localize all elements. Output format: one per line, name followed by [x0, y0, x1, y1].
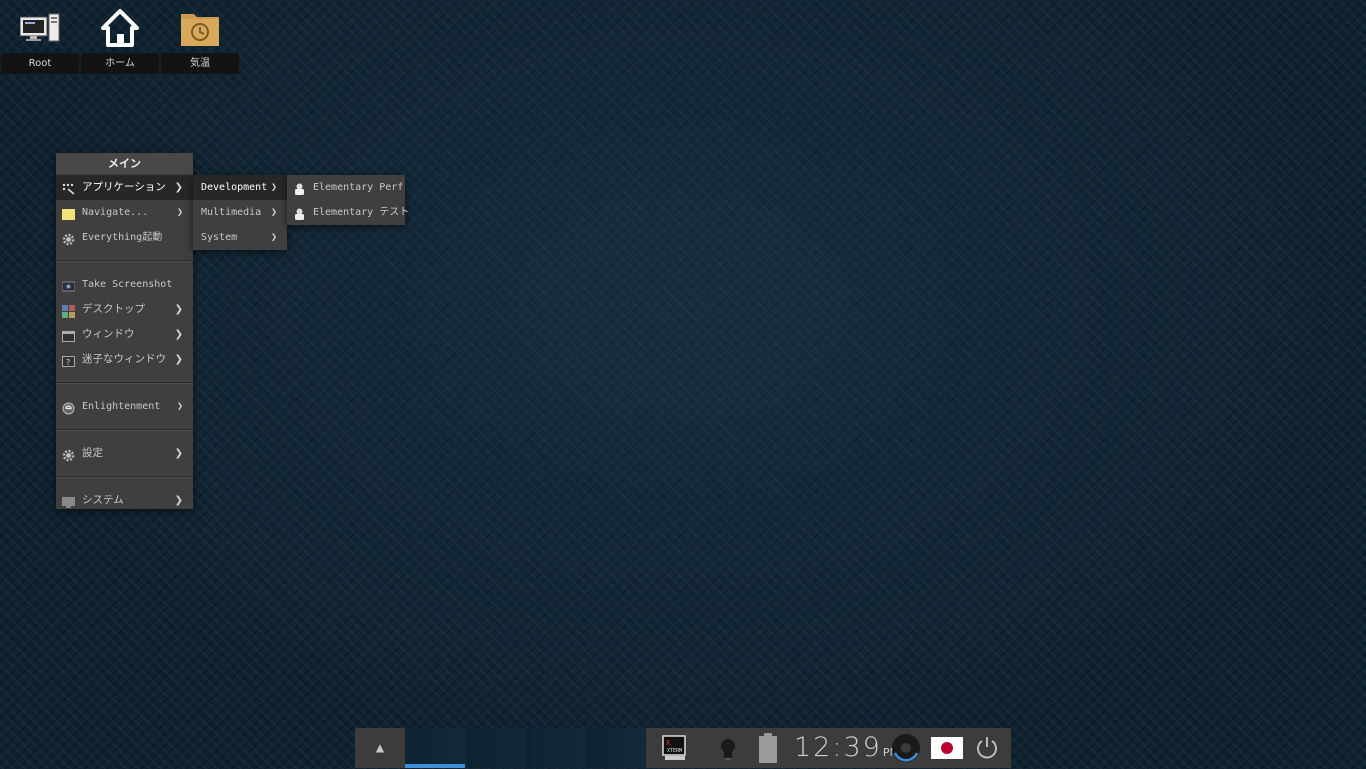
- xterm-label: XTERM: [667, 748, 682, 754]
- desktop-icon-label: Root: [1, 53, 79, 74]
- keyboard-layout-flag-icon[interactable]: [931, 737, 963, 759]
- chevron-right-icon: ❯: [270, 207, 277, 218]
- volume-mixer-icon[interactable]: [891, 733, 921, 763]
- clock-time: 12:39: [794, 732, 882, 763]
- menu-separator: [56, 382, 193, 384]
- menu-item-elementary-test[interactable]: Elementary テスト: [287, 200, 409, 225]
- svg-text:?: ?: [66, 358, 70, 367]
- chevron-right-icon: ❯: [174, 495, 183, 506]
- chevron-right-icon: ❯: [174, 354, 183, 365]
- menu-item-system-apps[interactable]: System ❯: [193, 225, 287, 250]
- chevron-right-icon: ❯: [174, 329, 183, 340]
- applications-submenu: Development ❯ Multimedia ❯ System ❯: [193, 175, 287, 250]
- battery-icon[interactable]: [758, 733, 778, 763]
- desktop-icon-label: ホーム: [81, 53, 159, 74]
- start-menu-button[interactable]: ▲: [355, 728, 405, 768]
- window-icon: [62, 328, 75, 342]
- menu-item-navigate[interactable]: Navigate... ❯: [56, 200, 193, 225]
- screenshot-icon: [61, 278, 76, 292]
- menu-item-label: ウィンドウ: [82, 328, 135, 340]
- virtual-desktop-pager[interactable]: [405, 728, 645, 768]
- menu-item-elementary-perf[interactable]: Elementary Perf: [287, 175, 405, 200]
- menu-item-lost-windows[interactable]: ? 迷子なウィンドウ ❯: [56, 347, 193, 372]
- system-tray: X XTERM 12:39PM: [646, 728, 1011, 768]
- development-submenu: Elementary Perf Elementary テスト: [287, 175, 409, 225]
- lost-window-icon: ?: [62, 353, 75, 367]
- desktop-icon-folder[interactable]: 気温: [161, 0, 239, 74]
- menu-item-label: デスクトップ: [82, 303, 145, 315]
- clock[interactable]: 12:39PM: [794, 732, 899, 764]
- menu-item-label: Take Screenshot: [82, 279, 173, 290]
- menu-item-label: 迷子なウィンドウ: [82, 353, 166, 365]
- menu-separator: [56, 476, 193, 478]
- menu-item-label: 設定: [82, 447, 103, 459]
- desktop-icon-root[interactable]: Root: [1, 0, 79, 74]
- menu-item-everything[interactable]: Everything起動: [56, 225, 193, 250]
- menu-separator: [56, 429, 193, 431]
- chevron-right-icon: ❯: [176, 207, 183, 218]
- lightbulb-icon[interactable]: [718, 737, 738, 761]
- gear-icon: [62, 231, 75, 246]
- main-menu: メイン アプリケーション ❯ Navigate... ❯ Everything起…: [56, 153, 193, 509]
- menu-item-applications[interactable]: アプリケーション ❯: [56, 175, 193, 200]
- menu-item-label: アプリケーション: [82, 181, 166, 193]
- menu-item-label: System: [201, 232, 238, 243]
- menu-item-enlightenment[interactable]: Enlightenment ❯: [56, 394, 193, 419]
- chevron-right-icon: ❯: [176, 401, 183, 412]
- xterm-icon[interactable]: X XTERM: [662, 735, 688, 761]
- chevron-right-icon: ❯: [270, 232, 277, 243]
- computer-icon: [19, 8, 60, 48]
- pager-active-indicator: [405, 764, 465, 768]
- home-icon: [100, 8, 140, 48]
- desktop-icon-home[interactable]: ホーム: [81, 0, 159, 74]
- enlightenment-icon: [62, 400, 75, 415]
- desktop-icon-label: 気温: [161, 53, 239, 74]
- chevron-right-icon: ❯: [174, 304, 183, 315]
- menu-item-development[interactable]: Development ❯: [193, 175, 287, 200]
- chevron-right-icon: ❯: [174, 448, 183, 459]
- gear-icon: [62, 447, 75, 462]
- folder-icon: [62, 206, 75, 220]
- folder-clock-icon: [180, 8, 220, 48]
- menu-item-label: Everything起動: [82, 232, 163, 243]
- system-icon: [62, 494, 75, 508]
- menu-item-label: Elementary テスト: [313, 207, 410, 218]
- menu-item-system[interactable]: システム ❯: [56, 488, 193, 513]
- menu-item-desktop[interactable]: デスクトップ ❯: [56, 297, 193, 322]
- menu-item-window[interactable]: ウィンドウ ❯: [56, 322, 193, 347]
- menu-title: メイン: [56, 153, 193, 174]
- menu-item-take-screenshot[interactable]: Take Screenshot: [56, 272, 193, 297]
- chevron-right-icon: ❯: [174, 182, 183, 193]
- applications-icon: [62, 181, 75, 195]
- menu-item-label: Development: [201, 182, 268, 193]
- menu-item-settings[interactable]: 設定 ❯: [56, 441, 193, 466]
- elementary-icon: [293, 206, 306, 220]
- menu-item-label: Enlightenment: [82, 401, 161, 412]
- chevron-right-icon: ❯: [270, 182, 277, 193]
- menu-separator: [56, 260, 193, 262]
- menu-item-label: システム: [82, 494, 124, 506]
- power-icon[interactable]: [974, 735, 1000, 761]
- menu-item-multimedia[interactable]: Multimedia ❯: [193, 200, 287, 225]
- menu-item-label: Multimedia: [201, 207, 262, 218]
- chevron-up-icon: ▲: [375, 740, 385, 756]
- menu-item-label: Elementary Perf: [313, 182, 404, 193]
- menu-item-label: Navigate...: [82, 207, 149, 218]
- desktop-icon: [62, 303, 75, 318]
- elementary-icon: [293, 181, 306, 195]
